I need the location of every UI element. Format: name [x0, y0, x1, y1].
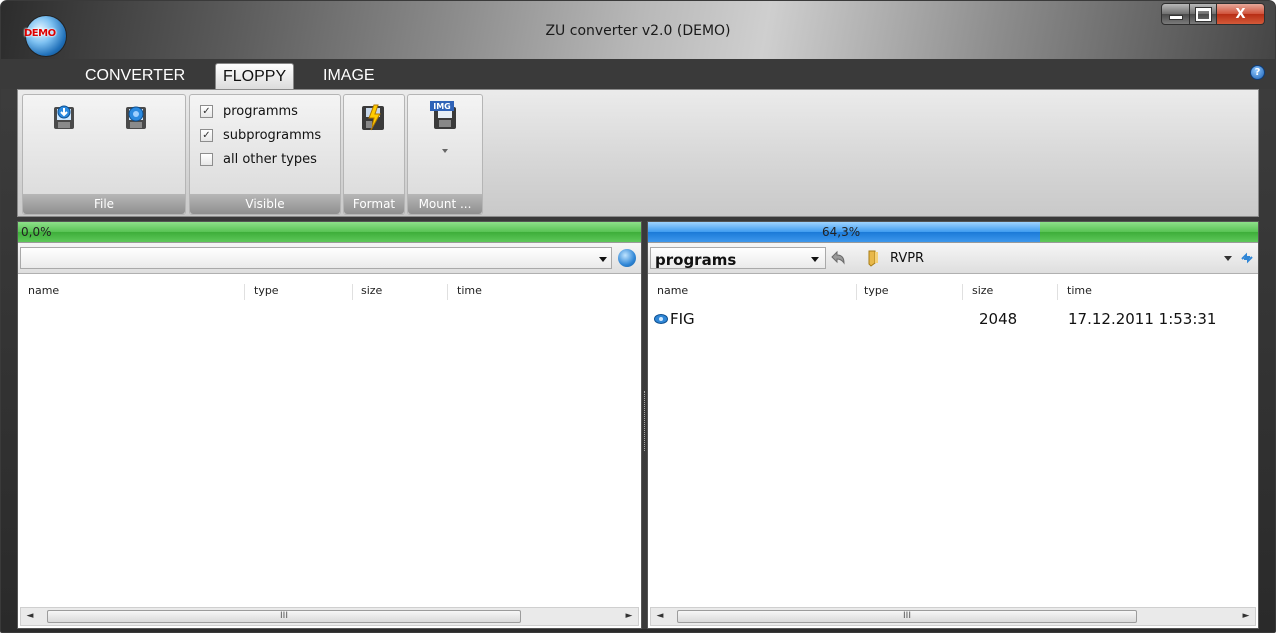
- close-button[interactable]: X: [1217, 3, 1265, 25]
- scroll-grip: III: [280, 611, 288, 621]
- ribbon-panel: File ✓ programms ✓ subprogramms all othe…: [17, 89, 1259, 217]
- subprogramms-label: subprogramms: [223, 127, 322, 143]
- program-file-icon: [654, 314, 668, 324]
- column-header-time[interactable]: time: [457, 284, 482, 297]
- window-controls: X: [1161, 3, 1265, 25]
- ribbon-group-visible-label: Visible: [190, 194, 340, 214]
- mount-image-icon[interactable]: IMG: [430, 101, 460, 131]
- programms-checkbox[interactable]: ✓: [200, 104, 213, 118]
- maximize-button[interactable]: [1190, 3, 1217, 25]
- ribbon-group-format-label: Format: [344, 194, 404, 214]
- visible-programms-option[interactable]: ✓ programms: [200, 102, 298, 120]
- scroll-grip: III: [903, 611, 911, 621]
- column-header-type[interactable]: type: [864, 284, 889, 297]
- window-title: ZU converter v2.0 (DEMO): [545, 23, 731, 39]
- scroll-left-icon[interactable]: ◄: [653, 610, 667, 623]
- tab-converter[interactable]: CONVERTER: [78, 63, 192, 89]
- right-scroll-thumb[interactable]: III: [677, 610, 1137, 623]
- ribbon-group-mount-label: Mount ...: [408, 194, 482, 214]
- back-arrow-icon[interactable]: [829, 249, 847, 267]
- visible-subprogramms-option[interactable]: ✓ subprogramms: [200, 126, 321, 144]
- minimize-button[interactable]: [1161, 3, 1190, 25]
- chevron-down-icon[interactable]: [1224, 256, 1232, 261]
- folder-icon: [868, 250, 878, 267]
- right-pane: 64,3% programs RVPR name type size time …: [647, 221, 1259, 629]
- sync-icon[interactable]: [1240, 251, 1254, 265]
- ribbon-group-mount: IMG Mount ...: [407, 94, 483, 215]
- left-drive-select[interactable]: [20, 247, 612, 269]
- close-icon: X: [1235, 6, 1246, 22]
- file-name: FIG: [670, 310, 695, 328]
- chevron-down-icon[interactable]: [811, 257, 819, 262]
- column-header-size[interactable]: size: [972, 284, 993, 297]
- right-horizontal-scrollbar[interactable]: ◄ III ►: [650, 607, 1256, 626]
- all-other-types-label: all other types: [223, 151, 317, 167]
- scroll-right-icon[interactable]: ►: [622, 610, 636, 623]
- ribbon-group-file-label: File: [23, 194, 185, 214]
- left-horizontal-scrollbar[interactable]: ◄ III ►: [20, 607, 639, 626]
- left-progress-text: 0,0%: [21, 225, 52, 239]
- visible-all-other-types-option[interactable]: all other types: [200, 150, 317, 168]
- format-disk-icon[interactable]: [358, 103, 388, 133]
- file-row[interactable]: FIG 2048 17.12.2011 1:53:31: [648, 310, 1258, 330]
- left-column-headers: name type size time: [18, 284, 641, 300]
- ribbon-tabs: CONVERTER FLOPPY IMAGE ?: [1, 59, 1275, 89]
- column-header-name[interactable]: name: [657, 284, 688, 297]
- tab-floppy[interactable]: FLOPPY: [215, 63, 295, 89]
- app-window: DEMO ZU converter v2.0 (DEMO) X CONVERTE…: [0, 0, 1276, 633]
- mount-dropdown-icon[interactable]: [442, 149, 448, 153]
- right-toolbar: programs RVPR: [648, 243, 1258, 274]
- ribbon-group-visible: ✓ programms ✓ subprogramms all other typ…: [189, 94, 341, 215]
- chevron-down-icon[interactable]: [599, 257, 607, 262]
- help-icon[interactable]: ?: [1250, 65, 1265, 80]
- right-filter-select[interactable]: programs: [650, 247, 826, 269]
- scroll-left-icon[interactable]: ◄: [23, 610, 37, 623]
- column-header-size[interactable]: size: [361, 284, 382, 297]
- programms-label: programms: [223, 103, 298, 119]
- file-size: 2048: [979, 310, 1018, 328]
- save-file-icon[interactable]: [121, 103, 151, 133]
- img-badge: IMG: [433, 102, 451, 111]
- refresh-icon[interactable]: [618, 249, 636, 267]
- right-path-select[interactable]: RVPR: [884, 247, 1258, 269]
- left-scroll-thumb[interactable]: III: [47, 610, 521, 623]
- current-path: RVPR: [890, 251, 925, 266]
- column-header-name[interactable]: name: [28, 284, 59, 297]
- title-bar[interactable]: DEMO ZU converter v2.0 (DEMO) X: [1, 1, 1275, 59]
- maximize-icon: [1194, 6, 1212, 22]
- file-panes: 0,0% name type size time ◄ III ► 64,3% p…: [17, 221, 1259, 629]
- right-progress-text: 64,3%: [822, 225, 861, 239]
- tab-image[interactable]: IMAGE: [316, 63, 382, 89]
- ribbon-group-format: Format: [343, 94, 405, 215]
- right-column-headers: name type size time: [648, 284, 1258, 300]
- ribbon-group-file: File: [22, 94, 186, 215]
- all-other-types-checkbox[interactable]: [200, 152, 213, 166]
- column-header-type[interactable]: type: [254, 284, 279, 297]
- left-progress-bar: 0,0%: [18, 222, 641, 243]
- subprogramms-checkbox[interactable]: ✓: [200, 128, 213, 142]
- right-progress-bar: 64,3%: [648, 222, 1258, 243]
- column-header-time[interactable]: time: [1067, 284, 1092, 297]
- left-toolbar: [18, 243, 641, 274]
- minimize-icon: [1168, 15, 1183, 20]
- right-filter-select-value: programs: [655, 251, 737, 269]
- left-pane: 0,0% name type size time ◄ III ►: [17, 221, 642, 629]
- open-file-icon[interactable]: [49, 103, 79, 133]
- file-time: 17.12.2011 1:53:31: [1068, 310, 1217, 328]
- scroll-right-icon[interactable]: ►: [1239, 610, 1253, 623]
